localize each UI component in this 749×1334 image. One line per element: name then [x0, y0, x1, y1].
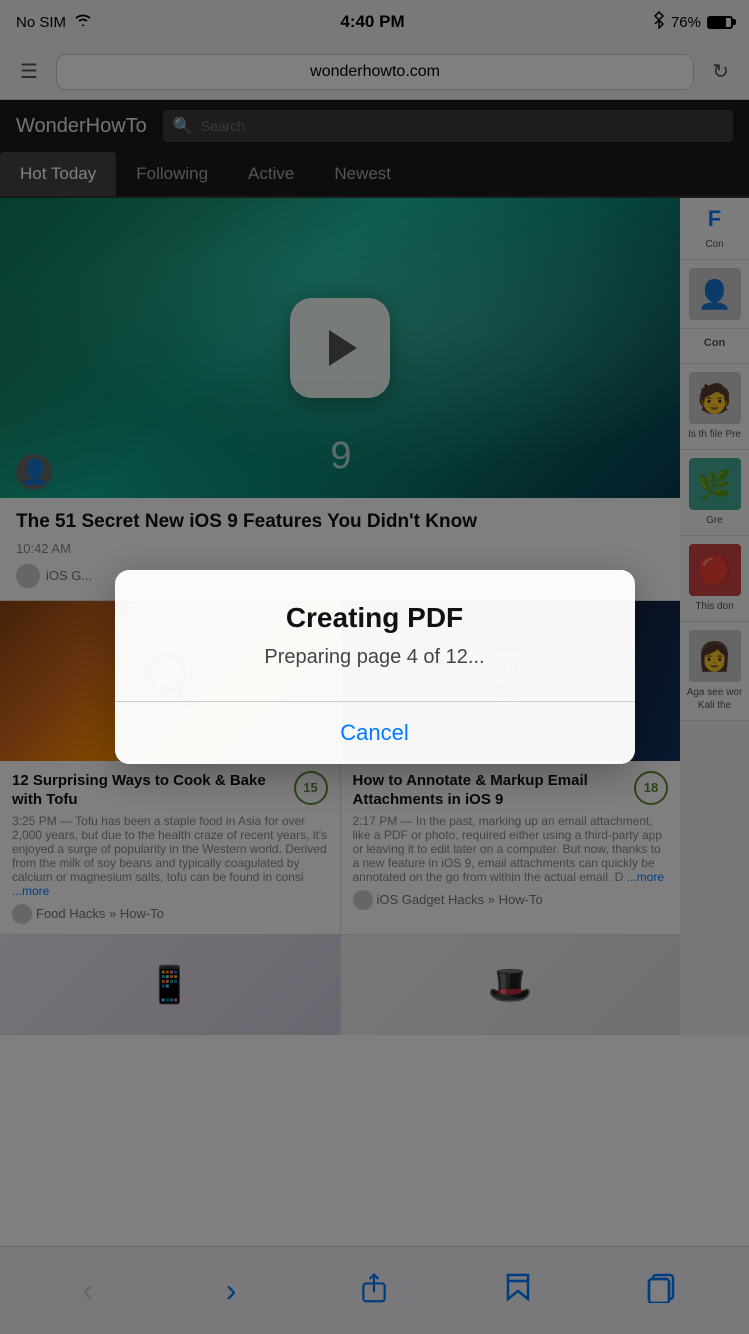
modal-title: Creating PDF [155, 602, 595, 634]
modal-subtitle: Preparing page 4 of 12... [155, 646, 595, 669]
modal-box: Creating PDF Preparing page 4 of 12... C… [115, 570, 635, 764]
modal-overlay: Creating PDF Preparing page 4 of 12... C… [0, 0, 749, 1334]
modal-cancel-button[interactable]: Cancel [155, 702, 595, 764]
